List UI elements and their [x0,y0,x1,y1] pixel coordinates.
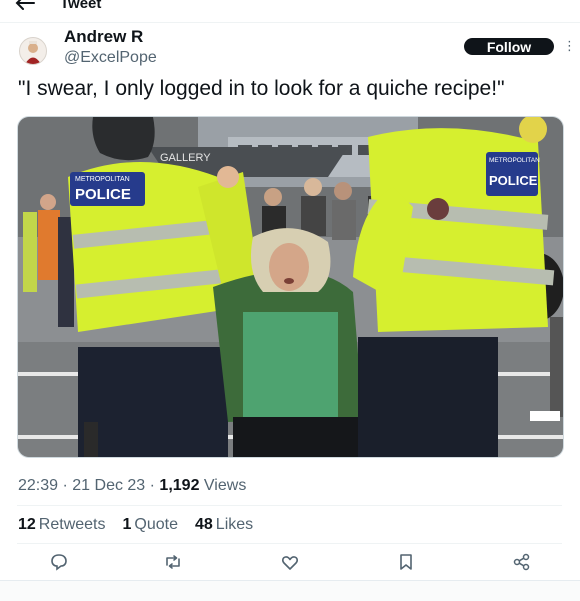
divider [17,505,562,506]
arrow-left-icon[interactable] [14,0,36,12]
page-title: Tweet [60,0,102,12]
tweet-time[interactable]: 22:39 [18,477,58,494]
likes-stat[interactable]: 48 Likes [195,516,253,534]
tweet-meta: 22:39 · 21 Dec 23 · 1,192 Views [18,477,247,494]
likes-count: 48 [195,516,213,533]
tweet-text: "I swear, I only logged in to look for a… [18,77,505,100]
quotes-label: Quote [134,516,178,533]
more-vertical-icon[interactable]: ⋮ [563,38,576,54]
vest-text-right: POLICE [489,173,538,188]
retweets-label: Retweets [38,516,106,533]
bottom-edge [0,580,580,601]
like-icon[interactable] [280,552,300,572]
vest-top-right: METROPOLITAN [489,157,540,164]
follow-button[interactable]: Follow [464,38,554,55]
divider [17,543,562,544]
top-bar: Tweet [0,0,580,23]
quotes-stat[interactable]: 1 Quote [123,516,179,534]
building-sign: GALLERY [160,152,211,164]
retweet-icon[interactable] [163,552,183,572]
quotes-count: 1 [122,516,132,533]
author-handle[interactable]: @ExcelPope [64,49,157,67]
views-count: 1,192 [159,477,200,494]
retweets-stat[interactable]: 12 Retweets [18,516,106,534]
reply-icon[interactable] [49,552,69,572]
tweet-photo[interactable]: GALLERY METROPOLITAN POLICE METROPOLITAN… [17,116,564,458]
retweets-count: 12 [18,516,36,533]
share-icon[interactable] [512,552,532,572]
tweet-stats: 12 Retweets 1 Quote 48 Likes [18,516,253,534]
vest-top-left: METROPOLITAN [75,176,130,183]
bookmark-icon[interactable] [396,552,416,572]
views-label: Views [203,477,247,494]
vest-text-left: POLICE [75,186,131,203]
likes-label: Likes [215,516,254,533]
action-bar [17,552,562,572]
avatar[interactable] [19,37,47,65]
tweet-date[interactable]: 21 Dec 23 [72,477,145,494]
author-name[interactable]: Andrew R [64,27,143,47]
